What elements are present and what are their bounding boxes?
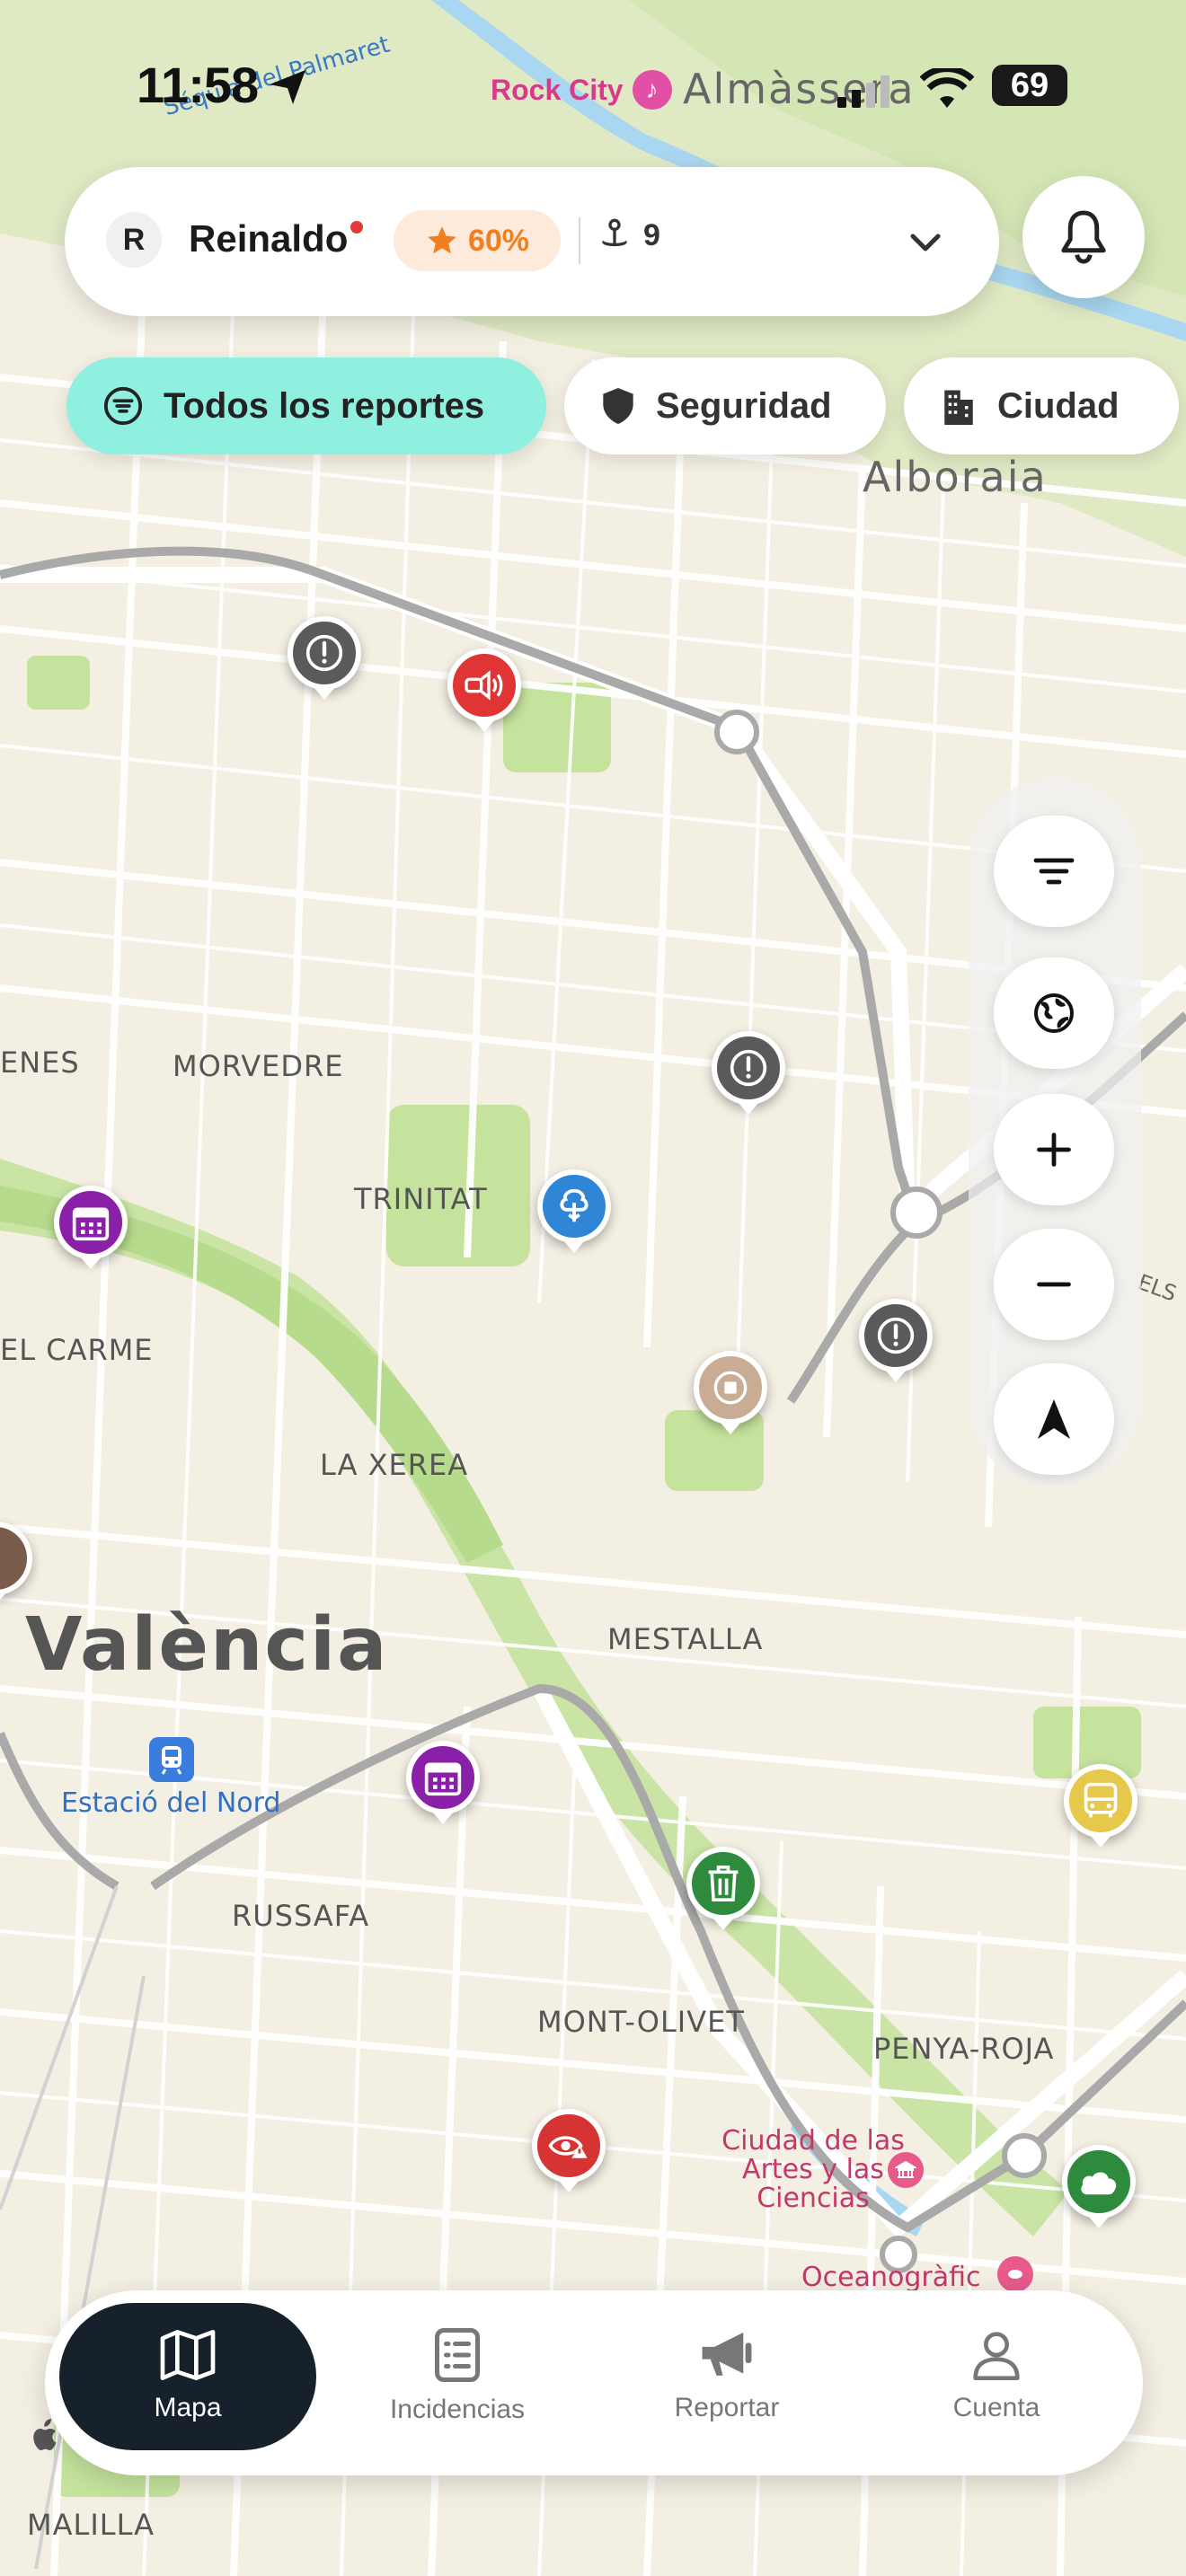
bottom-navigation: Mapa Incidencias Reportar Cuenta (45, 2290, 1143, 2475)
map-label-alboraia: Alboraia (863, 453, 1048, 501)
filter-all-reports[interactable]: Todos los reportes (66, 357, 546, 454)
pins-counter[interactable]: 9 (597, 217, 660, 253)
map-icon (160, 2330, 216, 2380)
pin-person-icon (602, 218, 627, 247)
alert-circle-icon (305, 634, 343, 672)
map-controls-panel (969, 778, 1141, 1487)
zoom-in-icon (1037, 1133, 1071, 1167)
zoom-out-button[interactable] (994, 1229, 1114, 1340)
chevron-down-icon[interactable] (900, 217, 951, 268)
now-playing[interactable]: Rock City ♪ (491, 70, 672, 110)
report-marker-cleaning[interactable] (686, 1847, 760, 1930)
nav-label-incidencias: Incidencias (389, 2395, 526, 2424)
speaker-icon (465, 670, 503, 701)
zoom-out-icon (1037, 1282, 1071, 1287)
stop-icon (713, 1371, 748, 1405)
report-marker-event[interactable] (406, 1741, 480, 1824)
report-marker-vandalism[interactable] (532, 2109, 606, 2192)
nav-tab-reportar[interactable]: Reportar (598, 2303, 855, 2450)
bus-icon (1084, 1782, 1118, 1818)
report-marker-alert[interactable] (288, 616, 361, 700)
nav-tab-incidencias[interactable]: Incidencias (329, 2303, 586, 2450)
nav-tab-cuenta[interactable]: Cuenta (868, 2303, 1125, 2450)
globe-icon (1034, 993, 1074, 1033)
user-header[interactable]: R Reinaldo 60% 9 (65, 167, 999, 316)
alert-circle-icon (730, 1049, 767, 1087)
calendar-icon (72, 1207, 110, 1241)
score-value: 60% (467, 223, 530, 258)
map-label-oceanografic: Oceanogràfic (801, 2262, 981, 2293)
notification-dot (350, 221, 363, 234)
map-label-trinitat: TRINITAT (354, 1182, 488, 1216)
wifi-icon (920, 68, 974, 108)
map-label-ciudad-artes: Ciudad de las Artes y las Ciencias (721, 2125, 905, 2214)
report-marker-event[interactable] (54, 1186, 128, 1269)
map-label-malilla: MALILLA (27, 2508, 155, 2542)
map-label-morvedre: MORVEDRE (173, 1049, 344, 1083)
zoom-in-button[interactable] (994, 1094, 1114, 1205)
map-label-la-xerea: LA XEREA (320, 1448, 469, 1482)
score-badge[interactable]: 60% (394, 210, 561, 271)
location-arrow-icon (270, 70, 305, 104)
museum-poi-icon[interactable] (888, 2152, 924, 2188)
map-label-penya-roja: PENYA-ROJA (873, 2032, 1055, 2066)
nav-label-reportar: Reportar (674, 2393, 780, 2422)
map-label-mestalla: MESTALLA (607, 1622, 764, 1656)
notifications-button[interactable] (1022, 176, 1145, 298)
user-icon (973, 2332, 1020, 2380)
header-divider (579, 217, 580, 264)
filter-all-label: Todos los reportes (164, 385, 485, 426)
now-playing-label: Rock City (491, 73, 624, 106)
eye-warning-icon (548, 2136, 588, 2158)
username[interactable]: Reinaldo (189, 217, 348, 260)
alert-circle-icon (877, 1317, 915, 1354)
train-station-icon[interactable] (149, 1737, 194, 1782)
star-icon (428, 226, 456, 254)
map-label-estacio: Estació del Nord (61, 1787, 281, 1819)
list-icon (435, 2328, 480, 2382)
shield-icon (603, 388, 633, 424)
report-marker-alert[interactable] (712, 1031, 785, 1115)
bell-icon (1061, 210, 1106, 264)
filter-security[interactable]: Seguridad (564, 357, 886, 454)
megaphone-icon (702, 2332, 752, 2376)
map-globe-button[interactable] (994, 957, 1114, 1069)
tree-icon (560, 1188, 589, 1222)
building-icon (944, 390, 973, 425)
map-label-mont-olivet: MONT-OLIVET (537, 2005, 745, 2039)
map-label-russafa: RUSSAFA (232, 1899, 370, 1933)
filter-security-label: Seguridad (656, 385, 832, 426)
trash-icon (708, 1866, 739, 1901)
report-marker-transport[interactable] (1064, 1764, 1137, 1848)
filter-city[interactable]: Ciudad (904, 357, 1179, 454)
pins-count: 9 (643, 217, 660, 252)
apple-logo-icon (33, 2419, 57, 2450)
report-marker-alert[interactable] (859, 1299, 933, 1382)
cloud-icon (1081, 2172, 1117, 2195)
report-marker-noise[interactable] (447, 648, 521, 732)
report-marker-weather[interactable] (1062, 2145, 1136, 2228)
cellular-signal-icon (837, 75, 890, 108)
list-filter-icon (103, 386, 143, 426)
aquarium-poi-icon[interactable] (997, 2256, 1033, 2292)
compass-button[interactable] (994, 1363, 1114, 1475)
nav-tab-mapa[interactable]: Mapa (59, 2303, 316, 2450)
map-label-el-carme: EL CARME (0, 1333, 154, 1367)
report-marker-other[interactable] (694, 1351, 767, 1434)
status-bar: 11:58 Rock City ♪ 69 (0, 0, 1186, 180)
map-filter-button[interactable] (994, 816, 1114, 927)
map-label-enes: ENES (0, 1045, 80, 1080)
filter-lines-icon (1033, 858, 1075, 885)
report-marker-nature[interactable] (537, 1169, 611, 1253)
filter-city-label: Ciudad (997, 385, 1120, 426)
map-label-valencia: València (25, 1602, 389, 1688)
music-note-icon: ♪ (632, 70, 672, 110)
avatar[interactable]: R (106, 212, 162, 268)
battery-indicator: 69 (992, 65, 1067, 106)
nav-label-cuenta: Cuenta (952, 2393, 1040, 2422)
compass-icon (1038, 1399, 1070, 1439)
nav-label-mapa: Mapa (154, 2393, 222, 2422)
calendar-icon (424, 1762, 462, 1796)
status-time: 11:58 (137, 57, 259, 113)
